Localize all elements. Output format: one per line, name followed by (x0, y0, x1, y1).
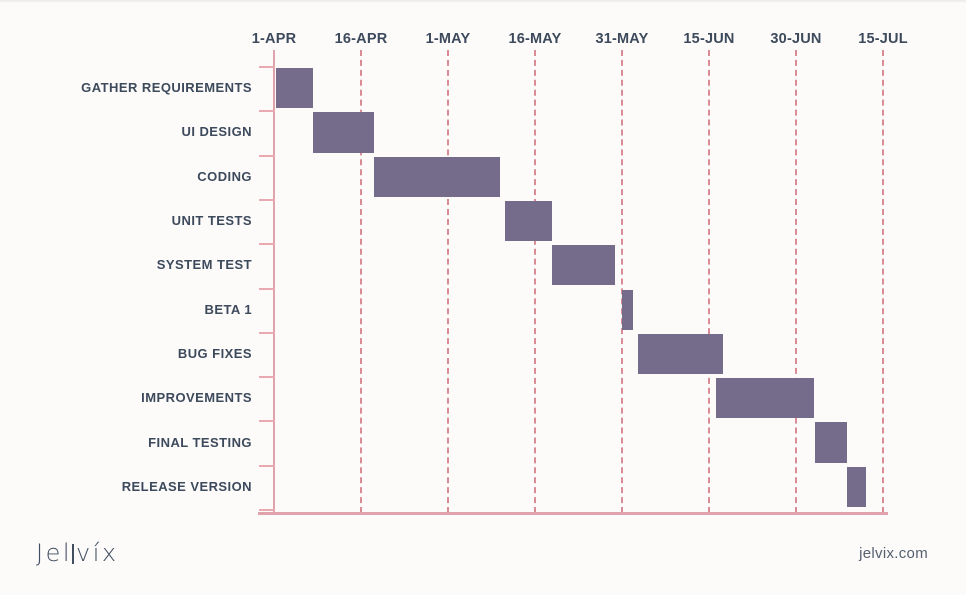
gridline-4 (621, 50, 623, 513)
row-tick-8 (259, 420, 275, 422)
task-bar-9 (847, 466, 866, 507)
row-tick-0 (259, 66, 275, 68)
x-axis-line (258, 512, 888, 515)
jelvix-logo: Jel víx (36, 539, 119, 567)
website-url: jelvix.com (859, 545, 928, 562)
task-label-7: IMPROVEMENTS (141, 390, 252, 406)
task-bar-2 (374, 156, 500, 197)
row-tick-6 (259, 332, 275, 334)
row-tick-1 (259, 110, 275, 112)
row-tick-9 (259, 465, 275, 467)
logo-divider-icon (72, 544, 75, 564)
logo-suffix: víx (76, 539, 119, 567)
task-label-0: GATHER REQUIREMENTS (81, 80, 252, 96)
y-axis-line (273, 50, 275, 515)
task-bar-1 (313, 112, 374, 153)
date-label-1: 16-APR (334, 31, 388, 47)
task-label-8: FINAL TESTING (148, 434, 252, 450)
task-bar-0 (276, 68, 313, 109)
row-tick-2 (259, 155, 275, 157)
task-label-5: BETA 1 (204, 301, 252, 317)
row-tick-10 (259, 509, 275, 511)
task-label-1: UI DESIGN (181, 124, 252, 140)
date-label-2: 1-MAY (425, 31, 471, 47)
gridline-3 (534, 50, 536, 513)
task-label-9: RELEASE VERSION (121, 478, 252, 494)
task-bar-5 (622, 289, 633, 330)
task-label-3: UNIT TESTS (171, 213, 252, 229)
row-tick-7 (259, 376, 275, 378)
task-label-6: BUG FIXES (177, 345, 252, 361)
task-label-2: CODING (197, 168, 252, 184)
gridline-2 (447, 50, 449, 513)
date-label-7: 15-JUL (858, 31, 908, 47)
date-label-5: 15-JUN (683, 31, 735, 47)
row-tick-5 (259, 288, 275, 290)
date-label-4: 31-MAY (595, 31, 649, 47)
task-bar-7 (716, 378, 814, 419)
date-label-6: 30-JUN (770, 31, 822, 47)
gantt-chart: 1-APR 16-APR 1-MAY 16-MAY 31-MAY 15-JUN 30-JUN… (0, 0, 966, 595)
task-label-4: SYSTEM TEST (156, 257, 252, 273)
task-bar-6 (638, 333, 723, 375)
task-bar-4 (552, 245, 615, 286)
gridline-7 (882, 50, 884, 513)
task-bar-3 (505, 200, 552, 242)
row-tick-4 (259, 243, 275, 245)
row-tick-3 (259, 199, 275, 201)
task-bar-8 (815, 422, 847, 463)
gridline-5 (708, 50, 710, 513)
logo-prefix: Jel (36, 539, 73, 567)
gridline-6 (795, 50, 797, 513)
date-label-0: 1-APR (251, 31, 297, 47)
date-label-3: 16-MAY (508, 31, 562, 47)
